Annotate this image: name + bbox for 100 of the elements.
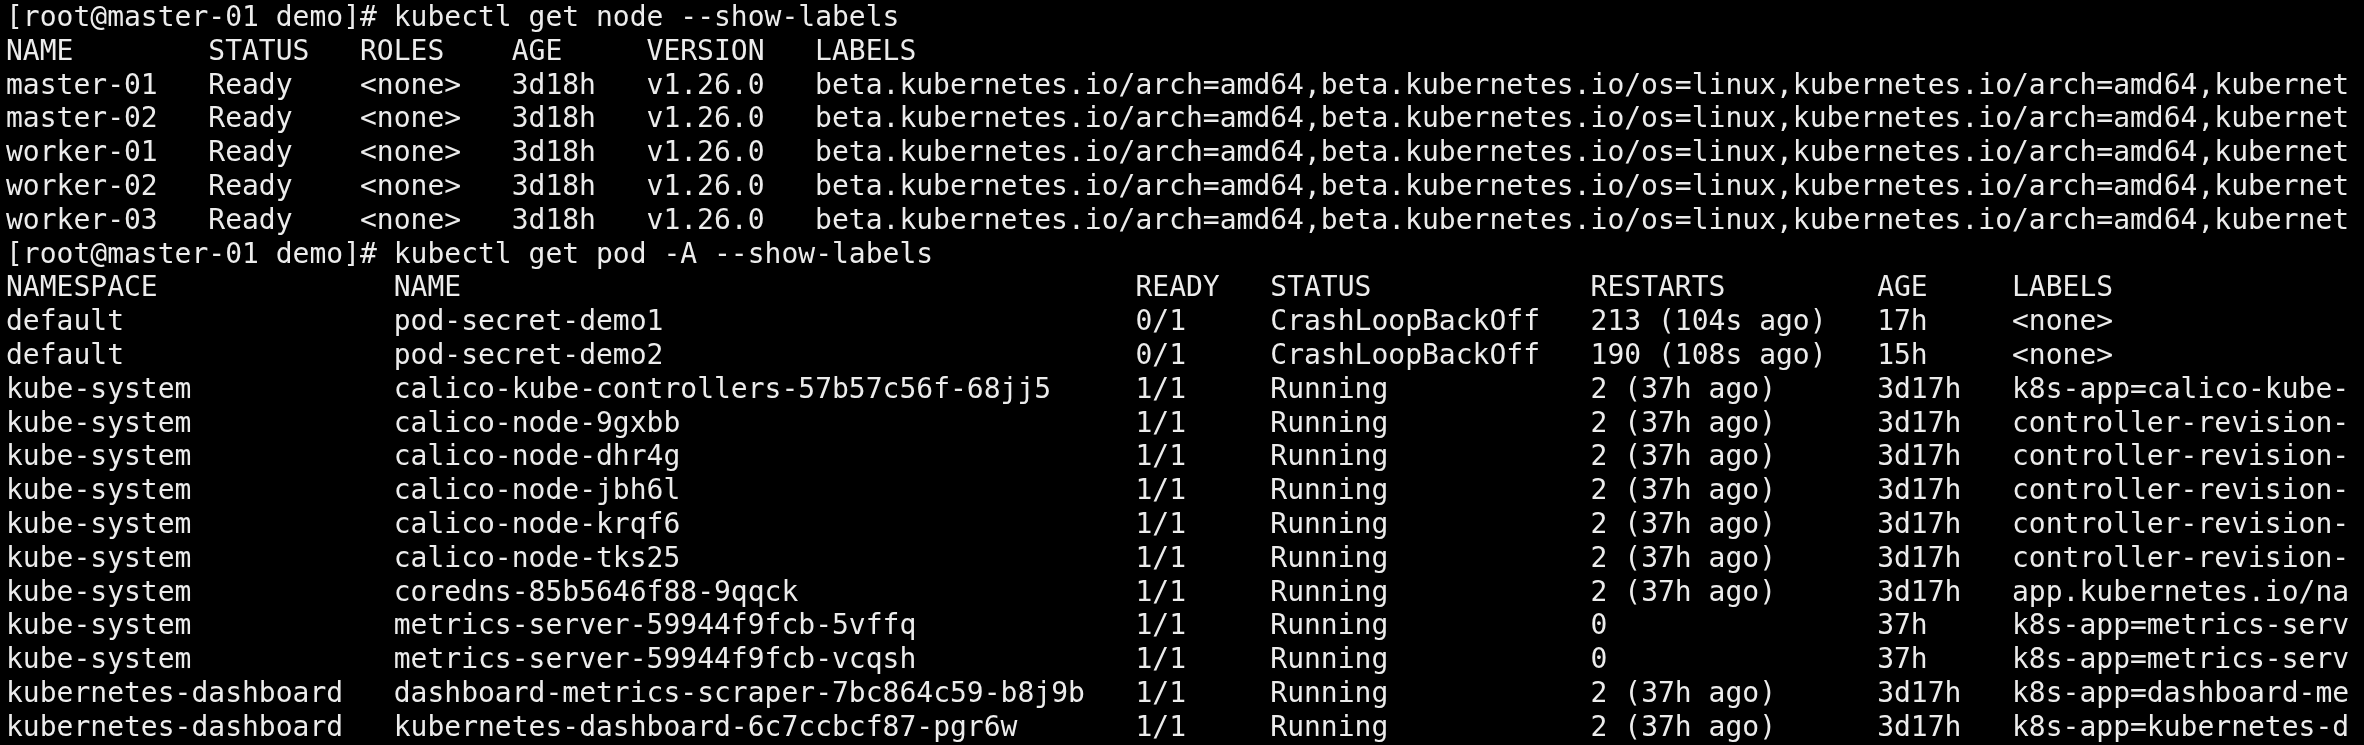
- table-cell: 0: [1590, 608, 1608, 642]
- table-cell: 0/1: [1135, 304, 1186, 338]
- table-cell: kube-system: [6, 506, 192, 540]
- column-header: RESTARTS: [1590, 270, 1726, 304]
- table-cell: Running: [1270, 574, 1389, 608]
- column-header: ROLES: [360, 33, 445, 67]
- column-header: NAMESPACE: [6, 270, 158, 304]
- table-cell: Ready: [208, 67, 293, 101]
- table-cell: k8s-app=metrics-serv: [2012, 608, 2350, 642]
- table-cell: worker-03: [6, 202, 158, 236]
- table-cell: 3d18h: [511, 101, 596, 135]
- table-cell: 17h: [1877, 304, 1928, 338]
- table-cell: 1/1: [1135, 473, 1186, 507]
- table-cell: 3d18h: [511, 67, 596, 101]
- command-text: kubectl get node --show-labels: [393, 0, 900, 34]
- table-cell: Ready: [208, 202, 293, 236]
- table-cell: 2 (37h ago): [1590, 405, 1776, 439]
- table-cell: 37h: [1877, 608, 1928, 642]
- table-cell: 3d17h: [1877, 439, 1962, 473]
- table-cell: master-02: [6, 101, 158, 135]
- table-cell: kube-system: [6, 405, 192, 439]
- table-cell: controller-revision-: [2012, 405, 2350, 439]
- shell-prompt: [root@master-01 demo]#: [6, 0, 377, 34]
- column-header: NAME: [393, 270, 462, 304]
- table-cell: CrashLoopBackOff: [1270, 304, 1540, 338]
- table-cell: 1/1: [1135, 709, 1186, 743]
- table-cell: Ready: [208, 169, 293, 202]
- table-cell: calico-kube-controllers-57b57c56f-68jj5: [393, 371, 1052, 405]
- column-header: NAME: [6, 33, 74, 67]
- table-cell: 3d18h: [511, 169, 596, 202]
- table-cell: controller-revision-: [2012, 473, 2350, 507]
- table-cell: kube-system: [6, 473, 192, 507]
- table-cell: Running: [1270, 506, 1389, 540]
- table-cell: 1/1: [1135, 608, 1186, 642]
- table-cell: kube-system: [6, 642, 192, 676]
- table-cell: v1.26.0: [646, 202, 765, 236]
- table-cell: kube-system: [6, 608, 192, 642]
- table-cell: Running: [1270, 473, 1389, 507]
- table-cell: 3d17h: [1877, 574, 1962, 608]
- table-cell: kube-system: [6, 540, 192, 574]
- table-cell: default: [6, 304, 124, 338]
- table-cell: v1.26.0: [646, 101, 765, 135]
- table-cell: 1/1: [1135, 540, 1186, 574]
- table-cell: 1/1: [1135, 506, 1186, 540]
- table-cell: 190 (108s ago): [1590, 337, 1827, 371]
- table-cell: 2 (37h ago): [1590, 506, 1776, 540]
- table-cell: calico-node-jbh6l: [393, 473, 681, 507]
- table-cell: calico-node-tks25: [393, 540, 681, 574]
- table-cell: worker-01: [6, 135, 158, 169]
- table-cell: 3d17h: [1877, 540, 1962, 574]
- table-cell: 2 (37h ago): [1590, 473, 1776, 507]
- table-cell: v1.26.0: [646, 135, 765, 169]
- table-cell: Running: [1270, 371, 1389, 405]
- table-cell: 213 (104s ago): [1590, 304, 1827, 338]
- table-cell: beta.kubernetes.io/arch=amd64,beta.kubernetes.io/os=linux,kubernetes.io/arch=amd64,kubernet: [815, 101, 2350, 135]
- table-cell: pod-secret-demo1: [393, 304, 664, 338]
- table-cell: 3d17h: [1877, 709, 1962, 743]
- column-header: VERSION: [646, 33, 765, 67]
- table-cell: <none>: [360, 202, 462, 236]
- table-cell: app.kubernetes.io/na: [2012, 574, 2350, 608]
- table-cell: 1/1: [1135, 439, 1186, 473]
- table-cell: 2 (37h ago): [1590, 574, 1776, 608]
- table-cell: 2 (37h ago): [1590, 439, 1776, 473]
- table-cell: 0/1: [1135, 337, 1186, 371]
- table-cell: pod-secret-demo2: [393, 337, 664, 371]
- table-cell: 3d17h: [1877, 506, 1962, 540]
- table-cell: calico-node-9gxbb: [393, 405, 681, 439]
- table-cell: Ready: [208, 101, 293, 135]
- table-cell: k8s-app=calico-kube-: [2012, 371, 2350, 405]
- table-cell: calico-node-dhr4g: [393, 439, 681, 473]
- table-cell: 2 (37h ago): [1590, 371, 1776, 405]
- table-cell: dashboard-metrics-scraper-7bc864c59-b8j9b: [393, 675, 1085, 709]
- table-cell: 15h: [1877, 337, 1928, 371]
- table-cell: <none>: [2012, 337, 2114, 371]
- table-cell: beta.kubernetes.io/arch=amd64,beta.kubernetes.io/os=linux,kubernetes.io/arch=amd64,kubernet: [815, 135, 2350, 169]
- table-cell: beta.kubernetes.io/arch=amd64,beta.kubernetes.io/os=linux,kubernetes.io/arch=amd64,kubernet: [815, 67, 2350, 101]
- table-cell: kube-system: [6, 371, 192, 405]
- column-header: AGE: [511, 33, 563, 67]
- table-cell: Running: [1270, 439, 1389, 473]
- table-cell: 2 (37h ago): [1590, 709, 1776, 743]
- table-cell: Running: [1270, 675, 1389, 709]
- table-cell: 1/1: [1135, 405, 1186, 439]
- table-cell: 3d18h: [511, 202, 596, 236]
- table-cell: 2 (37h ago): [1590, 675, 1776, 709]
- table-cell: coredns-85b5646f88-9qqck: [393, 574, 799, 608]
- table-cell: 1/1: [1135, 675, 1186, 709]
- table-cell: kubernetes-dashboard-6c7ccbcf87-pgr6w: [393, 709, 1018, 743]
- table-cell: 3d17h: [1877, 675, 1962, 709]
- table-cell: kube-system: [6, 439, 192, 473]
- table-cell: k8s-app=dashboard-me: [2012, 675, 2350, 709]
- table-cell: <none>: [360, 67, 462, 101]
- shell-prompt: [root@master-01 demo]#: [6, 236, 377, 271]
- table-cell: k8s-app=kubernetes-d: [2012, 709, 2350, 743]
- table-cell: CrashLoopBackOff: [1270, 337, 1540, 371]
- column-header: READY: [1135, 270, 1220, 304]
- table-cell: 3d18h: [511, 135, 596, 169]
- table-cell: 2 (37h ago): [1590, 540, 1776, 574]
- table-cell: 1/1: [1135, 371, 1186, 405]
- table-cell: kubernetes-dashboard: [6, 675, 344, 709]
- table-cell: metrics-server-59944f9fcb-vcqsh: [393, 642, 917, 676]
